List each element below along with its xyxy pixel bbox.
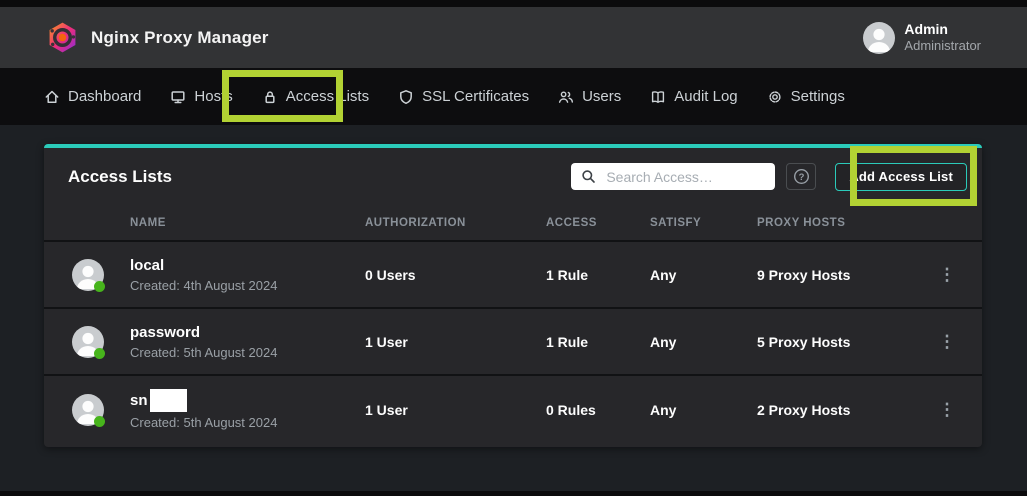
online-status-dot (94, 281, 105, 292)
access-list-avatar (72, 326, 104, 358)
nav-item-ssl-certificates[interactable]: SSL Certificates (398, 88, 529, 105)
access-value: 1 Rule (546, 267, 650, 283)
access-lists-panel: Access Lists ? Add Access List Name Auth… (44, 144, 982, 447)
app-header: Nginx Proxy Manager Admin Administrator (0, 7, 1027, 68)
authorization-value: 1 User (365, 334, 546, 350)
nav-label: Audit Log (674, 88, 737, 105)
nav-item-dashboard[interactable]: Dashboard (44, 88, 141, 105)
app-title: Nginx Proxy Manager (91, 28, 269, 48)
redaction-box (150, 389, 187, 412)
column-header-name: Name (130, 217, 365, 229)
user-name: Admin (904, 21, 981, 39)
monitor-icon (170, 89, 186, 105)
access-value: 0 Rules (546, 402, 650, 418)
search-icon (581, 169, 596, 184)
proxy-hosts-value: 2 Proxy Hosts (757, 402, 912, 418)
book-icon (650, 89, 666, 105)
nav-item-settings[interactable]: Settings (767, 88, 845, 105)
created-date: Created: 5th August 2024 (130, 345, 365, 360)
nav-label: Hosts (194, 88, 232, 105)
window-bottom-edge (0, 491, 1027, 496)
column-header-access: Access (546, 217, 650, 229)
column-header-authorization: Authorization (365, 217, 546, 229)
nav-item-users[interactable]: Users (558, 88, 621, 105)
access-list-name: local (130, 256, 164, 276)
user-role: Administrator (904, 38, 981, 54)
satisfy-value: Any (650, 267, 757, 283)
access-list-name: password (130, 323, 200, 343)
user-avatar (863, 22, 895, 54)
proxy-hosts-value: 9 Proxy Hosts (757, 267, 912, 283)
nav-item-access-lists[interactable]: Access Lists (262, 88, 369, 105)
authorization-value: 0 Users (365, 267, 546, 283)
row-menu-kebab-icon[interactable]: ⋮ (931, 331, 964, 352)
nav-item-hosts[interactable]: Hosts (170, 88, 232, 105)
column-header-proxy-hosts: Proxy Hosts (757, 217, 912, 229)
nav-label: Dashboard (68, 88, 141, 105)
page-title: Access Lists (68, 167, 560, 187)
brand-link[interactable]: Nginx Proxy Manager (48, 22, 269, 53)
table-row-password[interactable]: password Created: 5th August 2024 1 User… (44, 309, 982, 376)
nav-label: Settings (791, 88, 845, 105)
nav-label: Users (582, 88, 621, 105)
access-list-avatar (72, 394, 104, 426)
proxy-hosts-value: 5 Proxy Hosts (757, 334, 912, 350)
nginx-proxy-manager-logo-icon (48, 22, 77, 53)
nav-label: Access Lists (286, 88, 369, 105)
question-mark-icon: ? (793, 168, 810, 185)
window-top-edge (0, 0, 1027, 7)
nav-item-audit-log[interactable]: Audit Log (650, 88, 737, 105)
help-button[interactable]: ? (786, 163, 816, 190)
shield-icon (398, 89, 414, 105)
table-row-redacted[interactable]: sn Created: 5th August 2024 1 User 0 Rul… (44, 376, 982, 443)
nav-label: SSL Certificates (422, 88, 529, 105)
lock-icon (262, 89, 278, 105)
access-value: 1 Rule (546, 334, 650, 350)
search-input[interactable] (571, 163, 775, 190)
table-row-local[interactable]: local Created: 4th August 2024 0 Users 1… (44, 242, 982, 309)
satisfy-value: Any (650, 402, 757, 418)
main-nav: Dashboard Hosts Access Lists SSL Certifi… (0, 68, 1027, 125)
access-list-avatar (72, 259, 104, 291)
column-header-satisfy: Satisfy (650, 217, 757, 229)
online-status-dot (94, 416, 105, 427)
add-access-list-button[interactable]: Add Access List (835, 163, 967, 191)
user-menu[interactable]: Admin Administrator (863, 21, 981, 55)
online-status-dot (94, 348, 105, 359)
svg-text:?: ? (798, 172, 804, 183)
row-menu-kebab-icon[interactable]: ⋮ (931, 399, 964, 420)
gear-icon (767, 89, 783, 105)
users-icon (558, 89, 574, 105)
home-icon (44, 89, 60, 105)
created-date: Created: 5th August 2024 (130, 415, 365, 430)
access-list-name: sn (130, 391, 148, 411)
table-header-row: Name Authorization Access Satisfy Proxy … (44, 205, 982, 242)
panel-header: Access Lists ? Add Access List (44, 148, 982, 205)
search-box (571, 163, 775, 190)
row-menu-kebab-icon[interactable]: ⋮ (931, 264, 964, 285)
created-date: Created: 4th August 2024 (130, 278, 365, 293)
satisfy-value: Any (650, 334, 757, 350)
authorization-value: 1 User (365, 402, 546, 418)
